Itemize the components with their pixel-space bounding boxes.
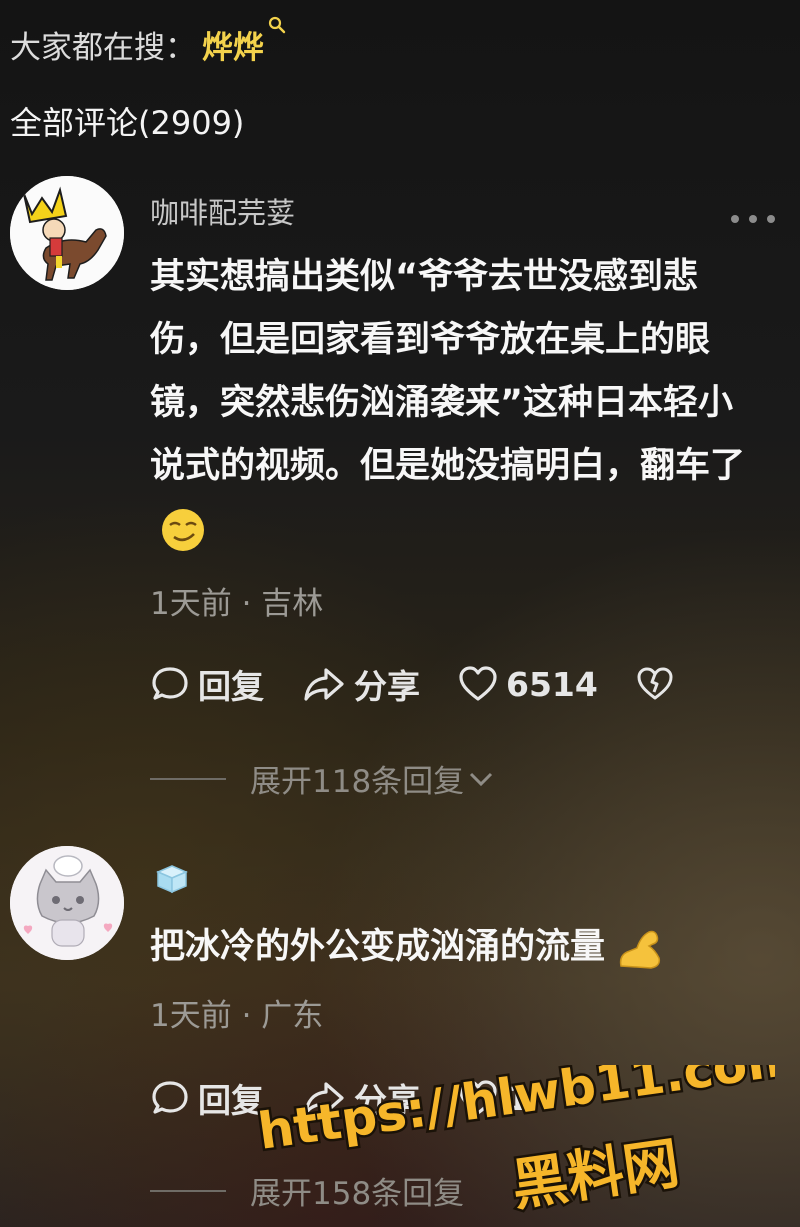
divider: [150, 1189, 226, 1192]
search-suggestion-prefix: 大家都在搜：: [10, 30, 196, 66]
comment-actions: 回复 分享 6514: [150, 662, 720, 706]
search-icon: [268, 16, 286, 34]
like-count: 6514: [506, 664, 598, 704]
divider: [150, 777, 226, 780]
watermark-name: 黑料网: [508, 1131, 683, 1219]
avatar[interactable]: [10, 846, 124, 960]
expand-replies-button[interactable]: 展开118条回复: [150, 756, 494, 801]
flexed-arm-emoji-icon: [619, 930, 661, 969]
ice-cube-icon: [156, 865, 188, 894]
comment-time-location: 1天前 · 广东: [150, 998, 324, 1034]
search-suggestion[interactable]: 大家都在搜： 烨烨: [10, 16, 286, 67]
watermark-url: https://hlwb11.com: [255, 1065, 775, 1161]
comment-text-content: 其实想搞出类似“爷爷去世没感到悲伤，但是回家看到爷爷放在桌上的眼镜，突然悲伤汹涌…: [150, 257, 746, 486]
dislike-button[interactable]: [636, 666, 682, 702]
reply-button[interactable]: 回复: [150, 660, 264, 708]
site-watermark: https://hlwb11.com 黑料网: [255, 1065, 775, 1221]
comment-bubble-icon: [152, 1081, 188, 1114]
comment-bubble-icon: [152, 667, 188, 700]
search-keyword[interactable]: 烨烨: [202, 22, 264, 67]
share-label: 分享: [354, 667, 420, 706]
heart-icon: [459, 666, 497, 701]
comment-text: 其实想搞出类似“爷爷去世没感到悲伤，但是回家看到爷爷放在桌上的眼镜，突然悲伤汹涌…: [150, 246, 760, 561]
comment-time-location: 1天前 · 吉林: [150, 586, 324, 622]
smirk-emoji-icon: [162, 509, 204, 551]
share-arrow-icon: [304, 668, 344, 701]
chevron-down-icon: [470, 772, 493, 786]
expand-replies-label: 展开118条回复: [250, 764, 465, 800]
avatar[interactable]: [10, 176, 124, 290]
broken-heart-icon: [637, 667, 673, 700]
reply-button[interactable]: 回复: [150, 1074, 264, 1122]
reply-label: 回复: [198, 667, 264, 706]
like-button[interactable]: 6514: [458, 665, 598, 704]
comment-count-heading: 全部评论(2909): [10, 104, 245, 142]
comment-text: 把冰冷的外公变成汹涌的流量: [150, 916, 760, 979]
more-options-icon[interactable]: [730, 214, 776, 224]
comment-text-content: 把冰冷的外公变成汹涌的流量: [150, 927, 606, 967]
comment-username[interactable]: 咖啡配芫荽: [150, 190, 295, 232]
share-button[interactable]: 分享: [302, 660, 420, 708]
